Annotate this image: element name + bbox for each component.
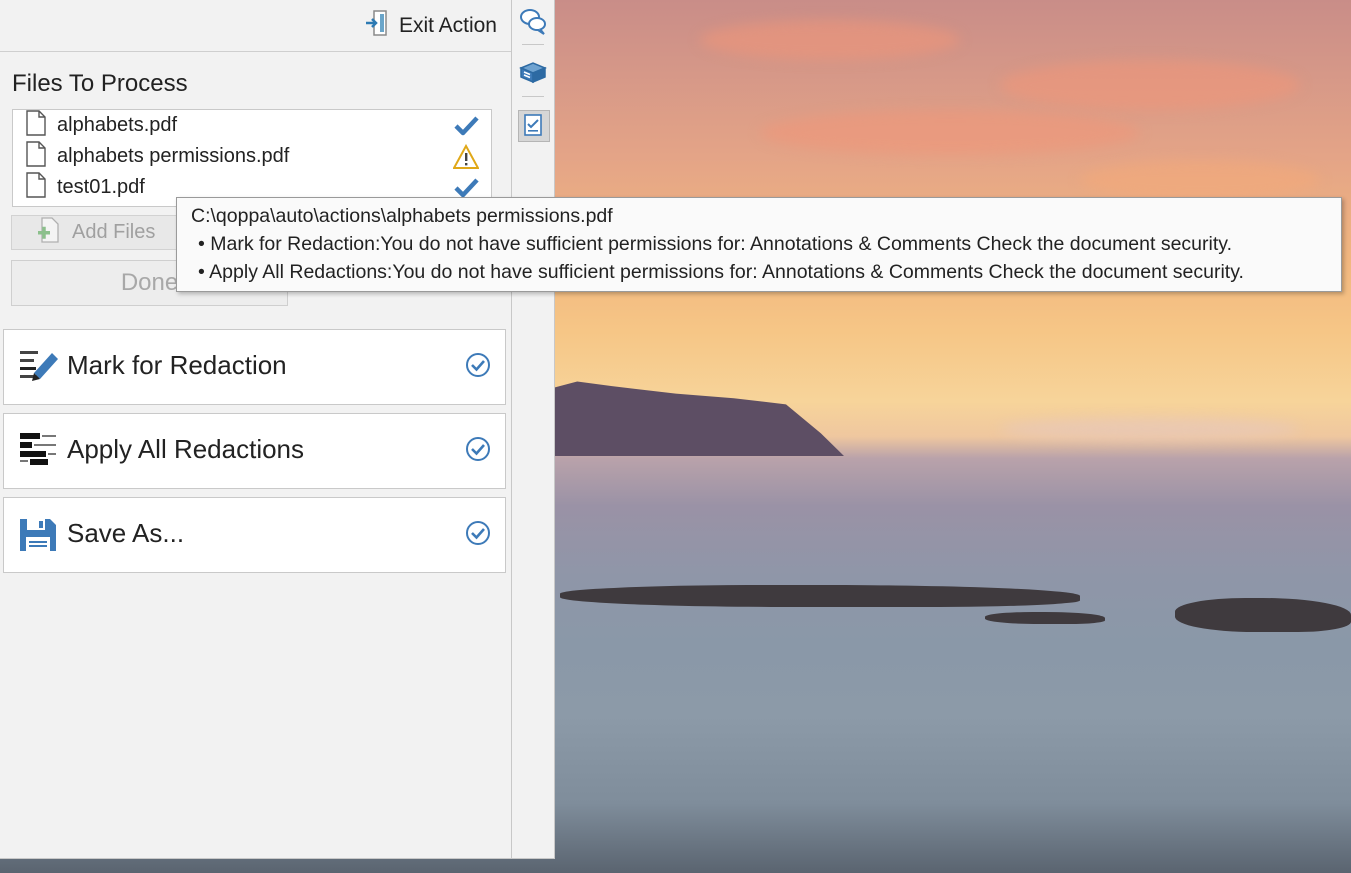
exit-action-button[interactable]: Exit Action: [365, 10, 497, 42]
apply-redactions-icon: [18, 429, 60, 471]
comments-button[interactable]: [518, 6, 548, 36]
mark-redaction-icon: [18, 345, 60, 387]
add-files-label: Add Files: [72, 221, 156, 243]
file-list[interactable]: alphabets.pdf alphabets permissions.pdf …: [12, 109, 492, 207]
exit-action-label: Exit Action: [398, 14, 497, 37]
rocks: [1175, 598, 1351, 632]
file-icon: [25, 110, 47, 142]
cloud: [1000, 60, 1300, 110]
action-label: Apply All Redactions: [67, 434, 305, 464]
rocks: [985, 612, 1105, 624]
panel-header: Exit Action: [0, 0, 511, 52]
tooltip-error-line: • Mark for Redaction:You do not have suf…: [198, 233, 1232, 255]
cloud: [700, 20, 960, 60]
checklist-button[interactable]: [518, 110, 550, 142]
action-label: Mark for Redaction: [67, 350, 287, 380]
file-name: test01.pdf: [57, 176, 145, 198]
comments-icon: [518, 9, 548, 40]
add-files-button[interactable]: Add Files: [11, 215, 181, 250]
circle-check-icon: [465, 436, 491, 462]
toolbar-divider: [522, 44, 544, 45]
cloud: [1000, 418, 1300, 440]
list-item[interactable]: alphabets.pdf: [13, 110, 491, 141]
action-panel: Exit Action Files To Process alphabets.p…: [0, 0, 512, 859]
vertical-toolbar: [512, 0, 555, 859]
action-card-save-as[interactable]: Save As...: [3, 497, 506, 573]
tooltip-file-path: C:\qoppa\auto\actions\alphabets permissi…: [191, 205, 613, 227]
headland: [554, 381, 844, 456]
action-label: Save As...: [67, 518, 185, 548]
checklist-icon: [519, 114, 547, 143]
save-as-icon: [18, 513, 60, 555]
warning-triangle-icon: [452, 143, 480, 170]
cloud: [760, 110, 1140, 155]
toolbar-divider: [522, 96, 544, 97]
files-section-title: Files To Process: [12, 70, 188, 97]
file-name: alphabets permissions.pdf: [57, 145, 290, 167]
circle-check-icon: [465, 520, 491, 546]
list-item[interactable]: alphabets permissions.pdf: [13, 140, 491, 173]
stamps-icon: [518, 62, 548, 92]
tooltip-error-line: • Apply All Redactions:You do not have s…: [198, 261, 1244, 283]
cloud: [1080, 160, 1320, 200]
checkmark-icon: [453, 113, 479, 139]
error-tooltip: C:\qoppa\auto\actions\alphabets permissi…: [176, 197, 1342, 292]
rocks: [560, 585, 1080, 607]
add-file-icon: [36, 216, 62, 249]
file-icon: [25, 171, 47, 204]
stamps-button[interactable]: [518, 58, 548, 88]
exit-door-icon: [365, 10, 389, 42]
action-card-apply-redactions[interactable]: Apply All Redactions: [3, 413, 506, 489]
file-name: alphabets.pdf: [57, 114, 178, 136]
file-icon: [25, 140, 47, 173]
action-card-mark-redaction[interactable]: Mark for Redaction: [3, 329, 506, 405]
circle-check-icon: [465, 352, 491, 378]
